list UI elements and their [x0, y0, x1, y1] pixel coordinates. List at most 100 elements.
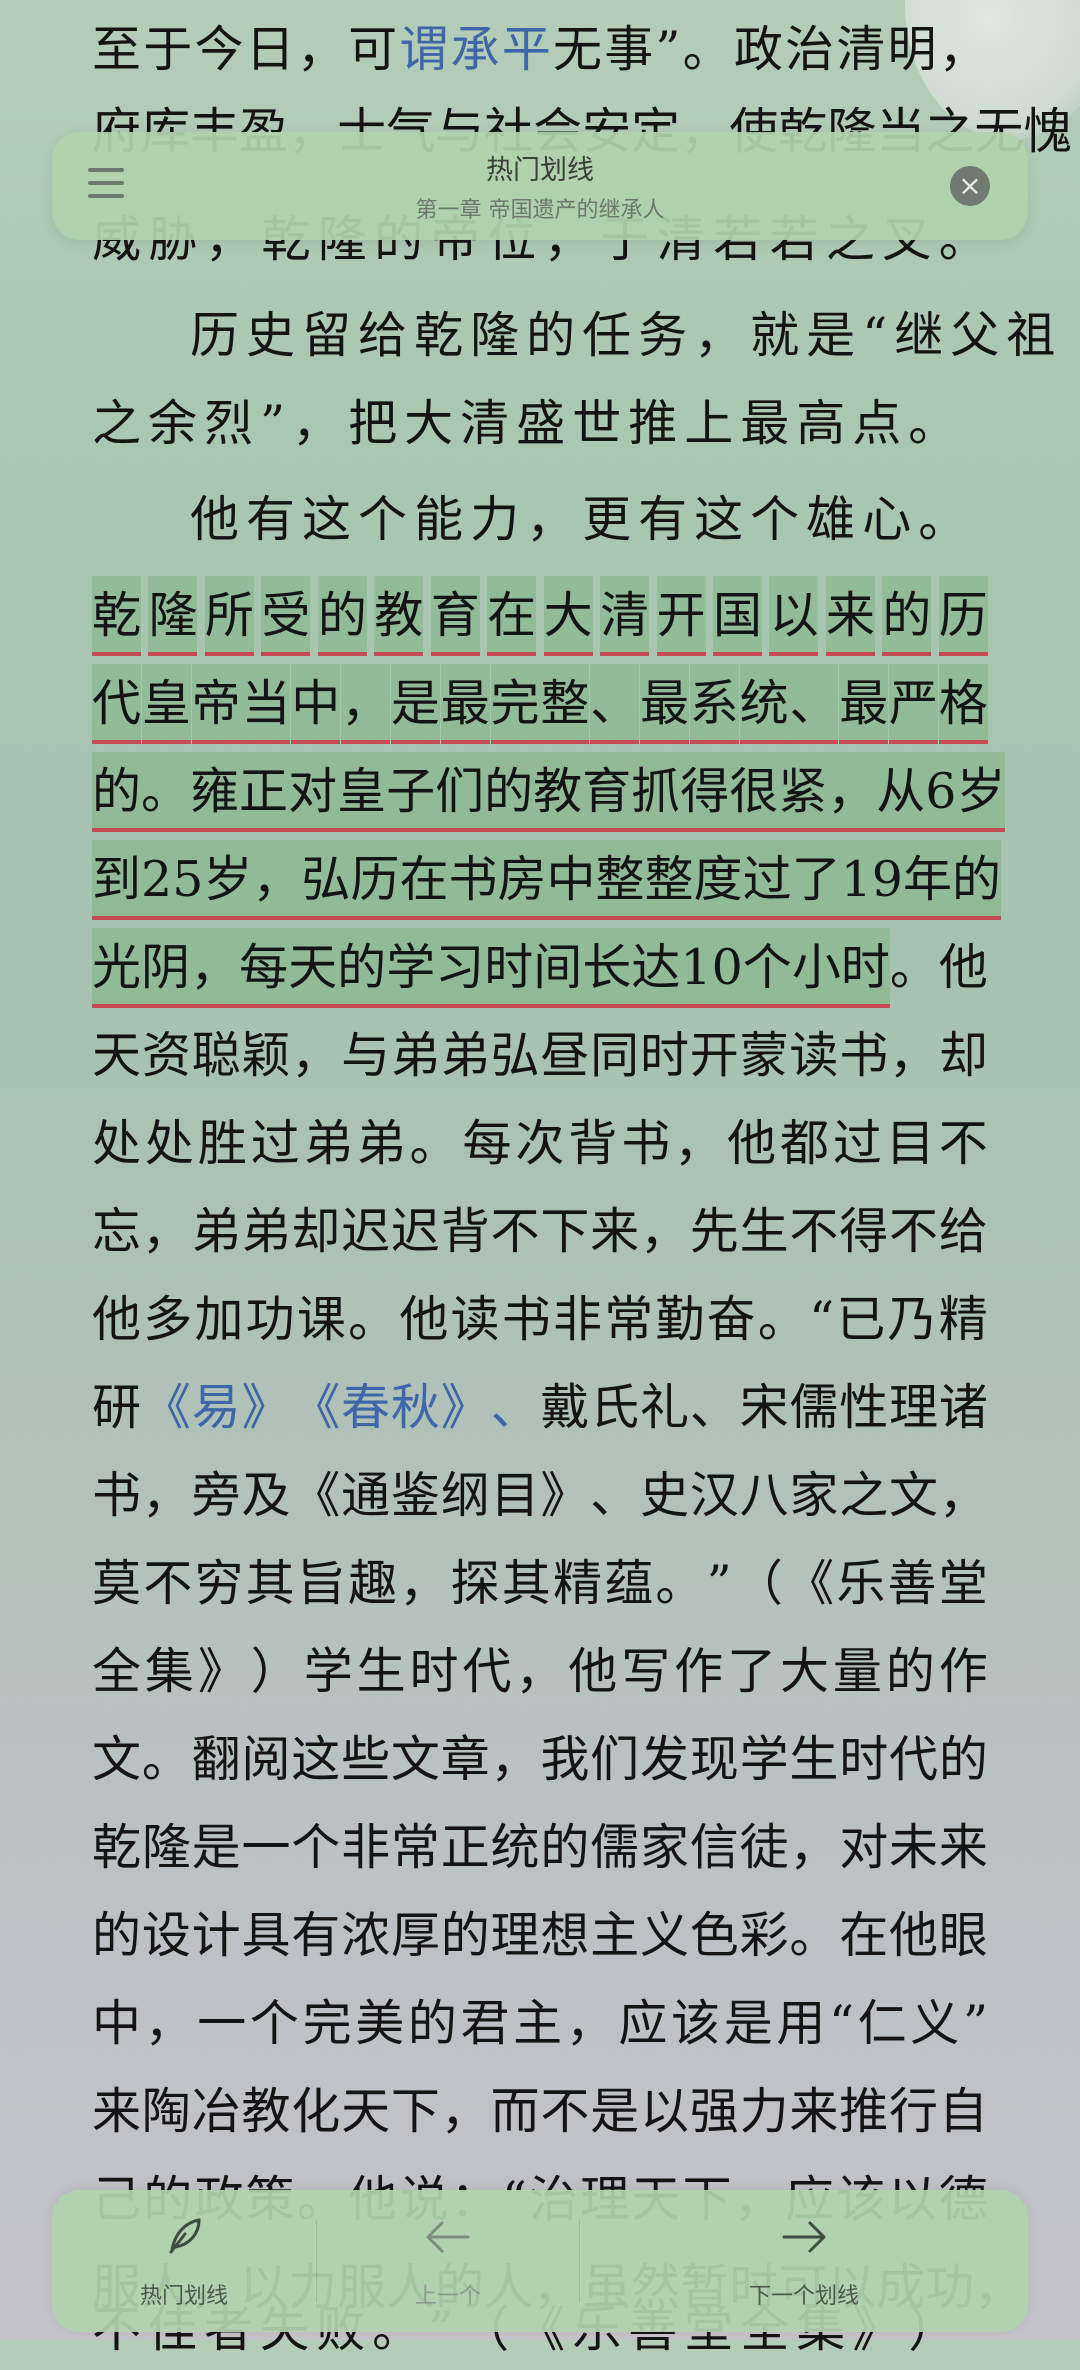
- text-char: 中: [291, 664, 341, 744]
- text-char: 至: [92, 21, 142, 78]
- text-char: 生: [739, 1203, 789, 1260]
- text-char: 很: [729, 752, 779, 832]
- text-line[interactable]: 处处胜过弟弟。每次背书，他都过目不: [92, 1104, 988, 1184]
- text-char: 今: [194, 21, 244, 78]
- text-line[interactable]: 莫不穷其旨趣，探其精蕴。” （《乐善堂: [92, 1544, 988, 1624]
- text-char: 力: [470, 491, 527, 548]
- text-char: 弟: [191, 1203, 241, 1260]
- hot-highlights-label: 热门划线: [139, 2284, 228, 2309]
- previous-label: 上一个: [414, 2284, 481, 2309]
- reading-page[interactable]: 至于今日，可谓承平无事”。政治清明，府库丰盈，士气与社会安定，使乾隆当之无愧威胁…: [0, 0, 1080, 2358]
- text-char: 代: [92, 664, 142, 744]
- text-char: 主: [590, 1907, 640, 1964]
- text-char: 过: [742, 840, 792, 920]
- text-line[interactable]: 他有这个能力，更有这个雄心。: [190, 480, 974, 560]
- text-char: 同: [590, 1027, 640, 1084]
- text-line[interactable]: 他多加功课。他读书非常勤奋。 “已乃精: [92, 1280, 988, 1360]
- text-char: 徒: [739, 1819, 789, 1876]
- text-char: 、: [789, 664, 839, 744]
- text-char: 学: [303, 1643, 353, 1700]
- text-char: ，: [938, 21, 988, 78]
- text-char: ，: [526, 491, 583, 548]
- text-line[interactable]: 天资聪颖，与弟弟弘昼同时开蒙读书，却: [92, 1016, 988, 1096]
- text-char: 自: [938, 2083, 988, 2140]
- text-char: 章: [440, 1731, 490, 1788]
- text-char: 常: [604, 1291, 654, 1348]
- text-char: 聪: [191, 1027, 241, 1084]
- text-char: ，: [674, 1115, 724, 1172]
- hot-highlights-header: 热门划线 第一章 帝国遗产的继承人 ×: [52, 132, 1028, 240]
- previous-button[interactable]: 上一个: [317, 2190, 579, 2332]
- text-char: 盛: [516, 395, 573, 452]
- text-char: 平: [501, 21, 551, 78]
- text-line[interactable]: 光阴，每天的学习时间长达 1 0 个小时。他: [92, 928, 988, 1008]
- text-char: 他: [92, 1291, 142, 1348]
- text-char: 《: [141, 1379, 191, 1436]
- text-char: 眼: [938, 1907, 988, 1964]
- text-line[interactable]: 到 2 5 岁，弘历在书房中整整度过了 1 9 年的: [92, 840, 1001, 920]
- text-line[interactable]: 代皇帝当中，是最完整、最系统、最严格: [92, 664, 988, 744]
- text-char: 来: [789, 2083, 839, 2140]
- text-char: 代: [889, 1731, 939, 1788]
- text-char: 余: [148, 395, 205, 452]
- text-char: 习: [435, 928, 485, 1008]
- text-char: 2: [141, 840, 173, 920]
- text-char: 用: [776, 1995, 826, 2052]
- text-char: 全: [92, 1643, 142, 1700]
- text-char: 国: [712, 576, 762, 656]
- text-char: 量: [832, 1643, 882, 1700]
- text-line[interactable]: 乾隆所受的教育在大清开国以来的历: [92, 576, 988, 656]
- text-char: 来: [825, 576, 875, 656]
- text-char: 的: [526, 307, 583, 364]
- text-char: 蕴: [604, 1555, 654, 1612]
- text-line[interactable]: 的设计具有浓厚的理想主义色彩。在他眼: [92, 1896, 988, 1976]
- next-highlight-button[interactable]: 下一个划线: [580, 2190, 1028, 2332]
- text-char: 有: [638, 491, 695, 548]
- text-char: 读: [789, 1027, 839, 1084]
- text-line[interactable]: 书，旁及《通鉴纲目》、史汉八家之文，: [92, 1456, 988, 1536]
- text-line[interactable]: 至于今日，可谓承平无事”。政治清明，: [92, 10, 988, 90]
- text-line[interactable]: 研《易》《春秋》、戴氏礼、宋儒性理诸: [92, 1368, 988, 1448]
- text-char: 度: [693, 840, 743, 920]
- text-line[interactable]: 文。翻阅这些文章，我们发现学生时代的: [92, 1720, 988, 1800]
- hot-highlights-button[interactable]: 热门划线: [52, 2190, 316, 2332]
- text-char: 资: [141, 1027, 191, 1084]
- text-char: 乾: [92, 1819, 142, 1876]
- text-char: 。: [908, 395, 965, 452]
- text-char: 不: [143, 1555, 193, 1612]
- text-char: 《: [291, 1379, 341, 1436]
- text-char: 先: [689, 1203, 739, 1260]
- close-icon[interactable]: ×: [950, 166, 990, 206]
- text-char: 。: [757, 1291, 807, 1348]
- text-char: 礼: [639, 1379, 689, 1436]
- text-line[interactable]: 乾隆是一个非常正统的儒家信徒，对未来: [92, 1808, 988, 1888]
- text-char: 化: [291, 2083, 341, 2140]
- text-line[interactable]: 来陶冶教化天下，而不是以强力来推行自: [92, 2072, 988, 2152]
- text-char: 是: [806, 307, 863, 364]
- text-line[interactable]: 历史留给乾隆的任务，就是 “继父祖: [190, 296, 1062, 376]
- text-char: 务: [638, 307, 695, 364]
- text-char: （: [733, 1555, 783, 1612]
- text-char: “: [828, 1995, 855, 2052]
- text-char: 是: [590, 2083, 640, 2140]
- text-char: 设: [141, 1907, 191, 1964]
- text-char: 书: [621, 1115, 671, 1172]
- text-char: 的: [92, 1907, 142, 1964]
- text-char: 在: [399, 840, 449, 920]
- text-line[interactable]: 中，一个完美的君主，应该是用 “仁义”: [92, 1984, 988, 2064]
- text-line[interactable]: 之余烈”，把大清盛世推上最高点。: [92, 384, 988, 464]
- text-line[interactable]: 的。雍正对皇子们的教育抓得很紧，从 6 岁: [92, 752, 1006, 832]
- text-line[interactable]: 全集》）学生时代，他写作了大量的作: [92, 1632, 988, 1712]
- text-char: 愧: [1023, 103, 1073, 160]
- text-char: 教: [241, 2083, 291, 2140]
- text-char: 却: [291, 1203, 341, 1260]
- text-char: 的: [407, 1995, 457, 2052]
- text-char: 隆: [148, 576, 198, 656]
- text-char: 0: [711, 928, 743, 1008]
- text-char: 该: [671, 1995, 721, 2052]
- text-line[interactable]: 忘，弟弟却迟迟背不下来，先生不得不给: [92, 1192, 988, 1272]
- text-char: ，: [889, 1027, 939, 1084]
- text-char: 趣: [348, 1555, 398, 1612]
- text-char: 上: [684, 395, 741, 452]
- text-char: 以: [639, 2083, 689, 2140]
